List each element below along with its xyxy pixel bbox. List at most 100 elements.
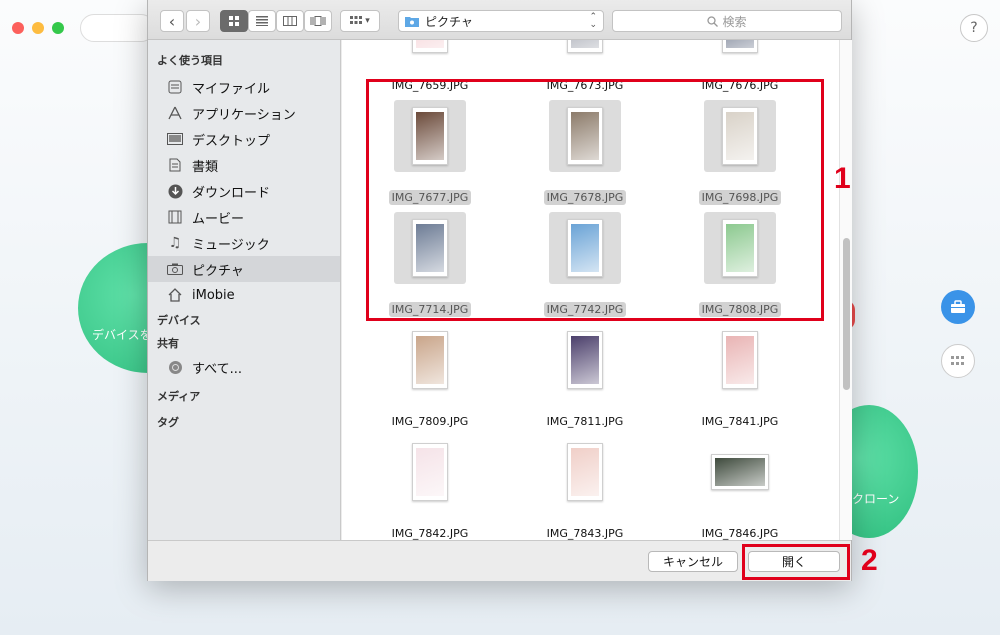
photo-thumbnail (722, 40, 758, 53)
help-button[interactable]: ? (960, 14, 988, 42)
file-thumbnail-frame (394, 436, 466, 508)
sidebar-item-all-files[interactable]: マイファイル (148, 74, 340, 100)
list-view-button[interactable] (248, 10, 276, 32)
photo-thumbnail (412, 443, 448, 501)
search-field[interactable]: 検索 (612, 10, 842, 32)
file-item[interactable]: IMG_7811.JPG (520, 324, 650, 429)
step-one-label: 1 (834, 162, 851, 195)
sidebar-item-downloads[interactable]: ダウンロード (148, 178, 340, 204)
file-name: IMG_7846.JPG (701, 527, 779, 540)
file-thumbnail-frame (704, 436, 776, 508)
file-item[interactable]: IMG_7842.JPG (365, 436, 495, 540)
photo-thumbnail (567, 443, 603, 501)
sidebar-item-applications[interactable]: アプリケーション (148, 100, 340, 126)
sidebar-item-label: ダウンロード (192, 185, 271, 201)
file-name: IMG_7841.JPG (701, 415, 779, 428)
column-view-icon (283, 16, 297, 26)
list-view-icon (256, 16, 268, 26)
photo-thumbnail (711, 454, 769, 490)
sidebar-item-label: マイファイル (192, 81, 271, 97)
location-dropdown[interactable]: ピクチャ ⌃ ⌄ (398, 10, 604, 32)
sidebar-item-label: ピクチャ (192, 263, 244, 279)
downloads-icon (166, 182, 184, 200)
selection-highlight-box (366, 79, 824, 321)
media-heading: メディア (157, 390, 201, 403)
file-thumbnail-frame (704, 324, 776, 396)
close-window-button[interactable] (12, 22, 24, 34)
file-thumbnail-frame (394, 40, 466, 60)
sidebar-item-desktop[interactable]: デスクトップ (148, 126, 340, 152)
sidebar-item-home[interactable]: iMobie (148, 282, 340, 308)
open-button-highlight-box (742, 544, 850, 580)
camera-icon (166, 260, 184, 278)
file-name: IMG_7843.JPG (546, 527, 624, 540)
sidebar-item-documents[interactable]: 書類 (148, 152, 340, 178)
file-item[interactable]: IMG_7846.JPG (675, 436, 805, 540)
sidebar-item-pictures[interactable]: ピクチャ (148, 256, 340, 282)
image-icon (726, 336, 754, 384)
cover-flow-button[interactable] (304, 10, 332, 32)
file-item[interactable]: IMG_7843.JPG (520, 436, 650, 540)
arrange-icon (350, 16, 363, 24)
file-thumbnail-frame (549, 436, 621, 508)
forward-button[interactable]: › (186, 10, 210, 32)
sidebar-item-all-shared[interactable]: すべて... (148, 354, 340, 380)
image-icon (726, 40, 754, 48)
location-label: ピクチャ (425, 14, 473, 29)
sidebar-item-label: ムービー (192, 211, 245, 227)
file-item[interactable]: IMG_7809.JPG (365, 324, 495, 429)
apps-grid-button[interactable] (941, 344, 975, 378)
toolbox-button[interactable] (941, 290, 975, 324)
image-icon (571, 448, 599, 496)
back-button[interactable]: ‹ (160, 10, 184, 32)
photo-thumbnail (567, 331, 603, 389)
zoom-window-button[interactable] (52, 22, 64, 34)
file-item[interactable]: IMG_7841.JPG (675, 324, 805, 429)
folder-icon (405, 17, 419, 27)
dialog-toolbar: ‹ › ▾ ピクチャ ⌃ ⌄ 検索 (148, 0, 851, 40)
sidebar-item-label: 書類 (192, 159, 219, 175)
column-view-button[interactable] (276, 10, 304, 32)
scrollbar-thumb[interactable] (843, 238, 850, 390)
file-thumbnail-frame (704, 40, 776, 60)
shared-heading: 共有 (157, 337, 179, 350)
photo-thumbnail (412, 40, 448, 53)
sidebar-item-label: ミュージック (192, 237, 270, 253)
movies-icon (166, 208, 184, 226)
search-icon (707, 15, 719, 27)
cancel-button[interactable]: キャンセル (648, 551, 738, 572)
chevron-down-icon: ▾ (365, 16, 370, 26)
sidebar-item-label: アプリケーション (192, 107, 296, 123)
sidebar-item-label: デスクトップ (192, 133, 271, 149)
chevron-left-icon: ‹ (168, 11, 176, 31)
minimize-window-button[interactable] (32, 22, 44, 34)
music-icon: ♫ (168, 235, 182, 251)
icon-view-icon (229, 16, 239, 26)
image-icon (571, 336, 599, 384)
sidebar-item-label: iMobie (192, 287, 235, 303)
toolbox-icon (951, 300, 965, 313)
search-placeholder: 検索 (722, 14, 747, 29)
sidebar-item-label: すべて... (192, 361, 242, 377)
file-thumbnail-frame (394, 324, 466, 396)
home-icon (166, 286, 184, 304)
file-name: IMG_7809.JPG (391, 415, 469, 428)
documents-icon (166, 156, 184, 174)
step-two-label: 2 (861, 544, 878, 577)
favorites-heading: よく使う項目 (157, 54, 223, 67)
updown-icon: ⌃ ⌄ (589, 12, 597, 30)
image-icon (416, 40, 444, 48)
vertical-scrollbar[interactable] (839, 40, 852, 540)
sidebar: よく使う項目 マイファイル アプリケーション デスクトップ 書類 ダウンロード … (148, 40, 341, 540)
icon-view-button[interactable] (220, 10, 248, 32)
network-icon (166, 358, 184, 376)
photo-thumbnail (567, 40, 603, 53)
arrange-button[interactable]: ▾ (340, 10, 380, 32)
device-circle-label: デバイスを (92, 328, 152, 342)
help-icon: ? (970, 20, 978, 36)
grid-icon (951, 356, 964, 365)
sidebar-item-music[interactable]: ♫ ミュージック (148, 230, 340, 256)
desktop-icon (166, 130, 184, 148)
background-pill (80, 14, 155, 42)
sidebar-item-movies[interactable]: ムービー (148, 204, 340, 230)
